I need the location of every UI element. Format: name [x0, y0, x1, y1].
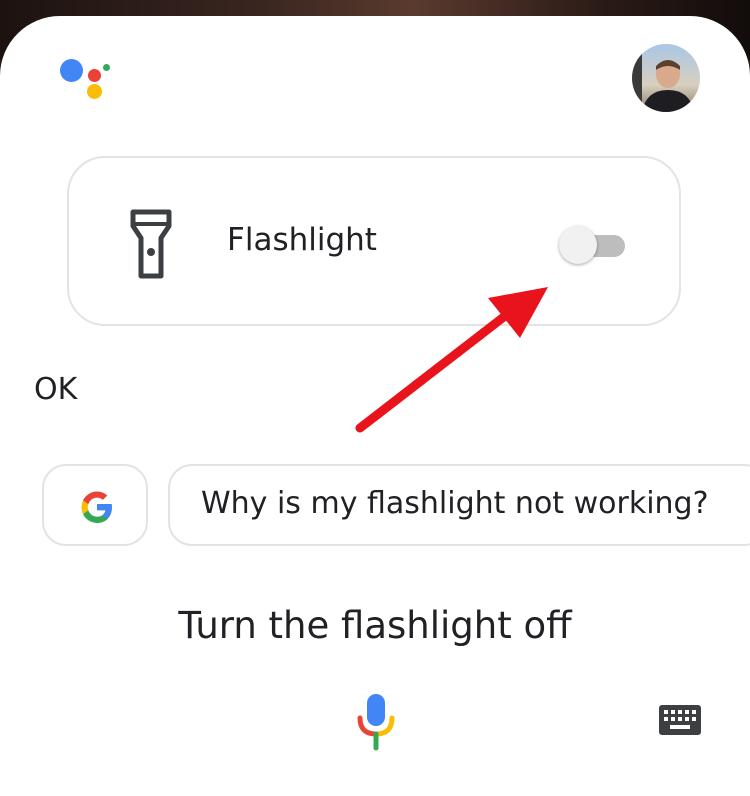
- suggestion-chip-label: Why is my flashlight not working?: [201, 486, 709, 521]
- toggle-thumb: [559, 226, 597, 264]
- user-query: Turn the flashlight off: [0, 604, 750, 647]
- google-g-icon: [81, 491, 112, 523]
- assistant-sheet: Flashlight OK Why is my flashlight not w…: [0, 16, 750, 796]
- avatar[interactable]: [632, 44, 700, 112]
- google-search-chip[interactable]: [42, 464, 148, 546]
- flashlight-icon: [129, 208, 173, 280]
- flashlight-toggle[interactable]: [559, 225, 629, 265]
- assistant-response: OK: [34, 372, 78, 407]
- mic-icon[interactable]: [356, 692, 396, 752]
- flashlight-label: Flashlight: [227, 222, 377, 258]
- suggestion-chip[interactable]: Why is my flashlight not working?: [168, 464, 750, 546]
- flashlight-card: Flashlight: [67, 156, 681, 326]
- keyboard-icon[interactable]: [658, 704, 702, 736]
- user-query-text: Turn the flashlight off: [178, 604, 572, 647]
- google-assistant-icon: [58, 56, 110, 102]
